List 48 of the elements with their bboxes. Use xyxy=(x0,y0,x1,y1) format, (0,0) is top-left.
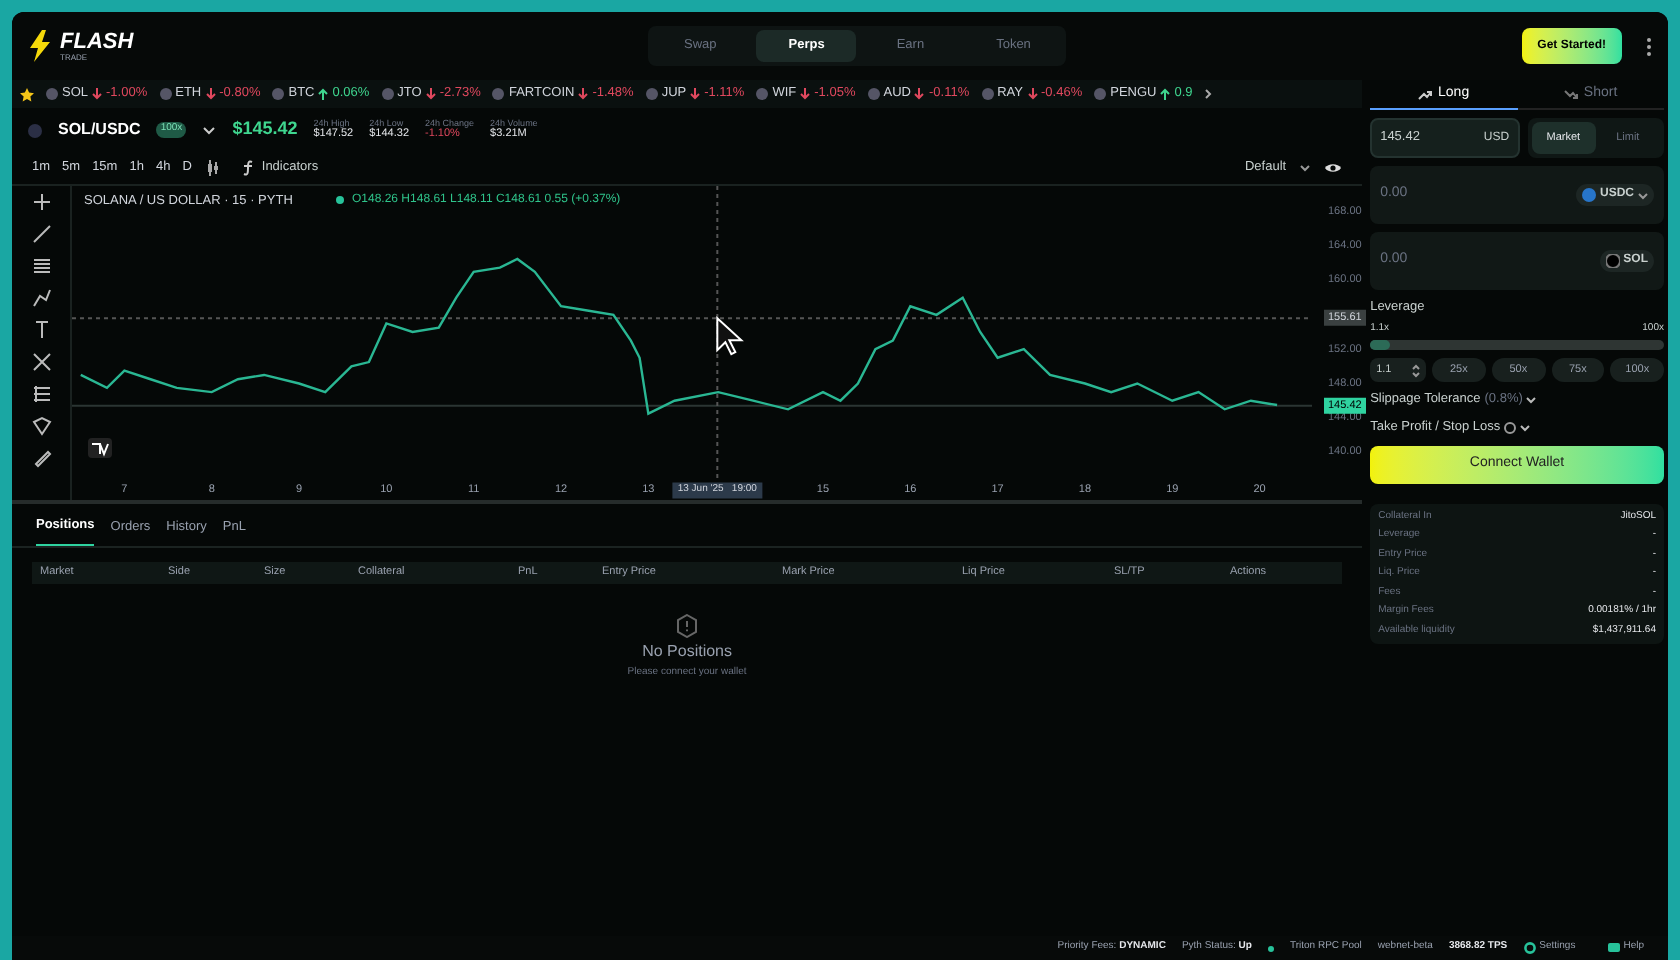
star-icon[interactable] xyxy=(20,87,34,101)
coin-icon xyxy=(645,88,658,100)
fib-lines-icon[interactable] xyxy=(31,256,51,276)
coin-icon xyxy=(867,88,880,100)
coin-icon xyxy=(272,88,285,100)
status-dot-icon xyxy=(1267,945,1274,951)
more-icon[interactable] xyxy=(1646,37,1652,55)
coin-icon xyxy=(1605,254,1620,268)
chevron-down-icon[interactable] xyxy=(1526,396,1537,405)
coin-icon xyxy=(381,88,394,100)
spinner-icon[interactable] xyxy=(1412,363,1421,378)
chat-icon xyxy=(1607,942,1620,954)
trend-line-icon[interactable] xyxy=(31,224,51,244)
coin-icon xyxy=(46,88,58,100)
text-tool-icon[interactable] xyxy=(31,320,51,340)
function-icon xyxy=(241,160,256,176)
coin-icon xyxy=(981,88,994,100)
channel-icon[interactable] xyxy=(31,384,51,404)
coin-icon xyxy=(1581,188,1596,202)
empty-title: No Positions xyxy=(642,640,732,664)
trend-up-icon xyxy=(1418,90,1433,100)
trend-down-icon xyxy=(1563,90,1578,100)
eye-icon[interactable] xyxy=(1324,162,1343,174)
crosshair-icon[interactable] xyxy=(31,192,51,212)
tradingview-logo-icon xyxy=(88,438,112,458)
coin-icon xyxy=(492,88,505,100)
sol-coin-icon xyxy=(28,123,42,137)
chevron-down-icon xyxy=(1638,191,1648,199)
chevron-down-icon[interactable] xyxy=(202,125,217,135)
info-icon xyxy=(1504,421,1517,434)
coin-icon xyxy=(756,88,769,100)
candles-icon[interactable] xyxy=(205,160,220,176)
status-dot-icon xyxy=(336,196,344,204)
coin-icon xyxy=(1094,88,1107,100)
chevron-right-icon[interactable] xyxy=(1204,88,1213,100)
logo-text: FLASH xyxy=(60,31,134,53)
leverage-slider[interactable] xyxy=(1370,340,1664,351)
lightning-logo-icon xyxy=(28,30,52,62)
ruler-icon[interactable] xyxy=(31,448,51,468)
shape-icon[interactable] xyxy=(31,416,51,436)
market-pair[interactable]: SOL/USDC xyxy=(58,118,141,142)
market-price: $145.42 xyxy=(232,116,298,143)
mouse-cursor-icon xyxy=(716,315,744,356)
hexagon-alert-icon xyxy=(676,614,699,638)
brush-icon[interactable] xyxy=(31,288,51,308)
coin-icon xyxy=(159,88,172,100)
chevron-down-icon[interactable] xyxy=(1300,164,1311,172)
chevron-down-icon[interactable] xyxy=(1520,423,1531,432)
